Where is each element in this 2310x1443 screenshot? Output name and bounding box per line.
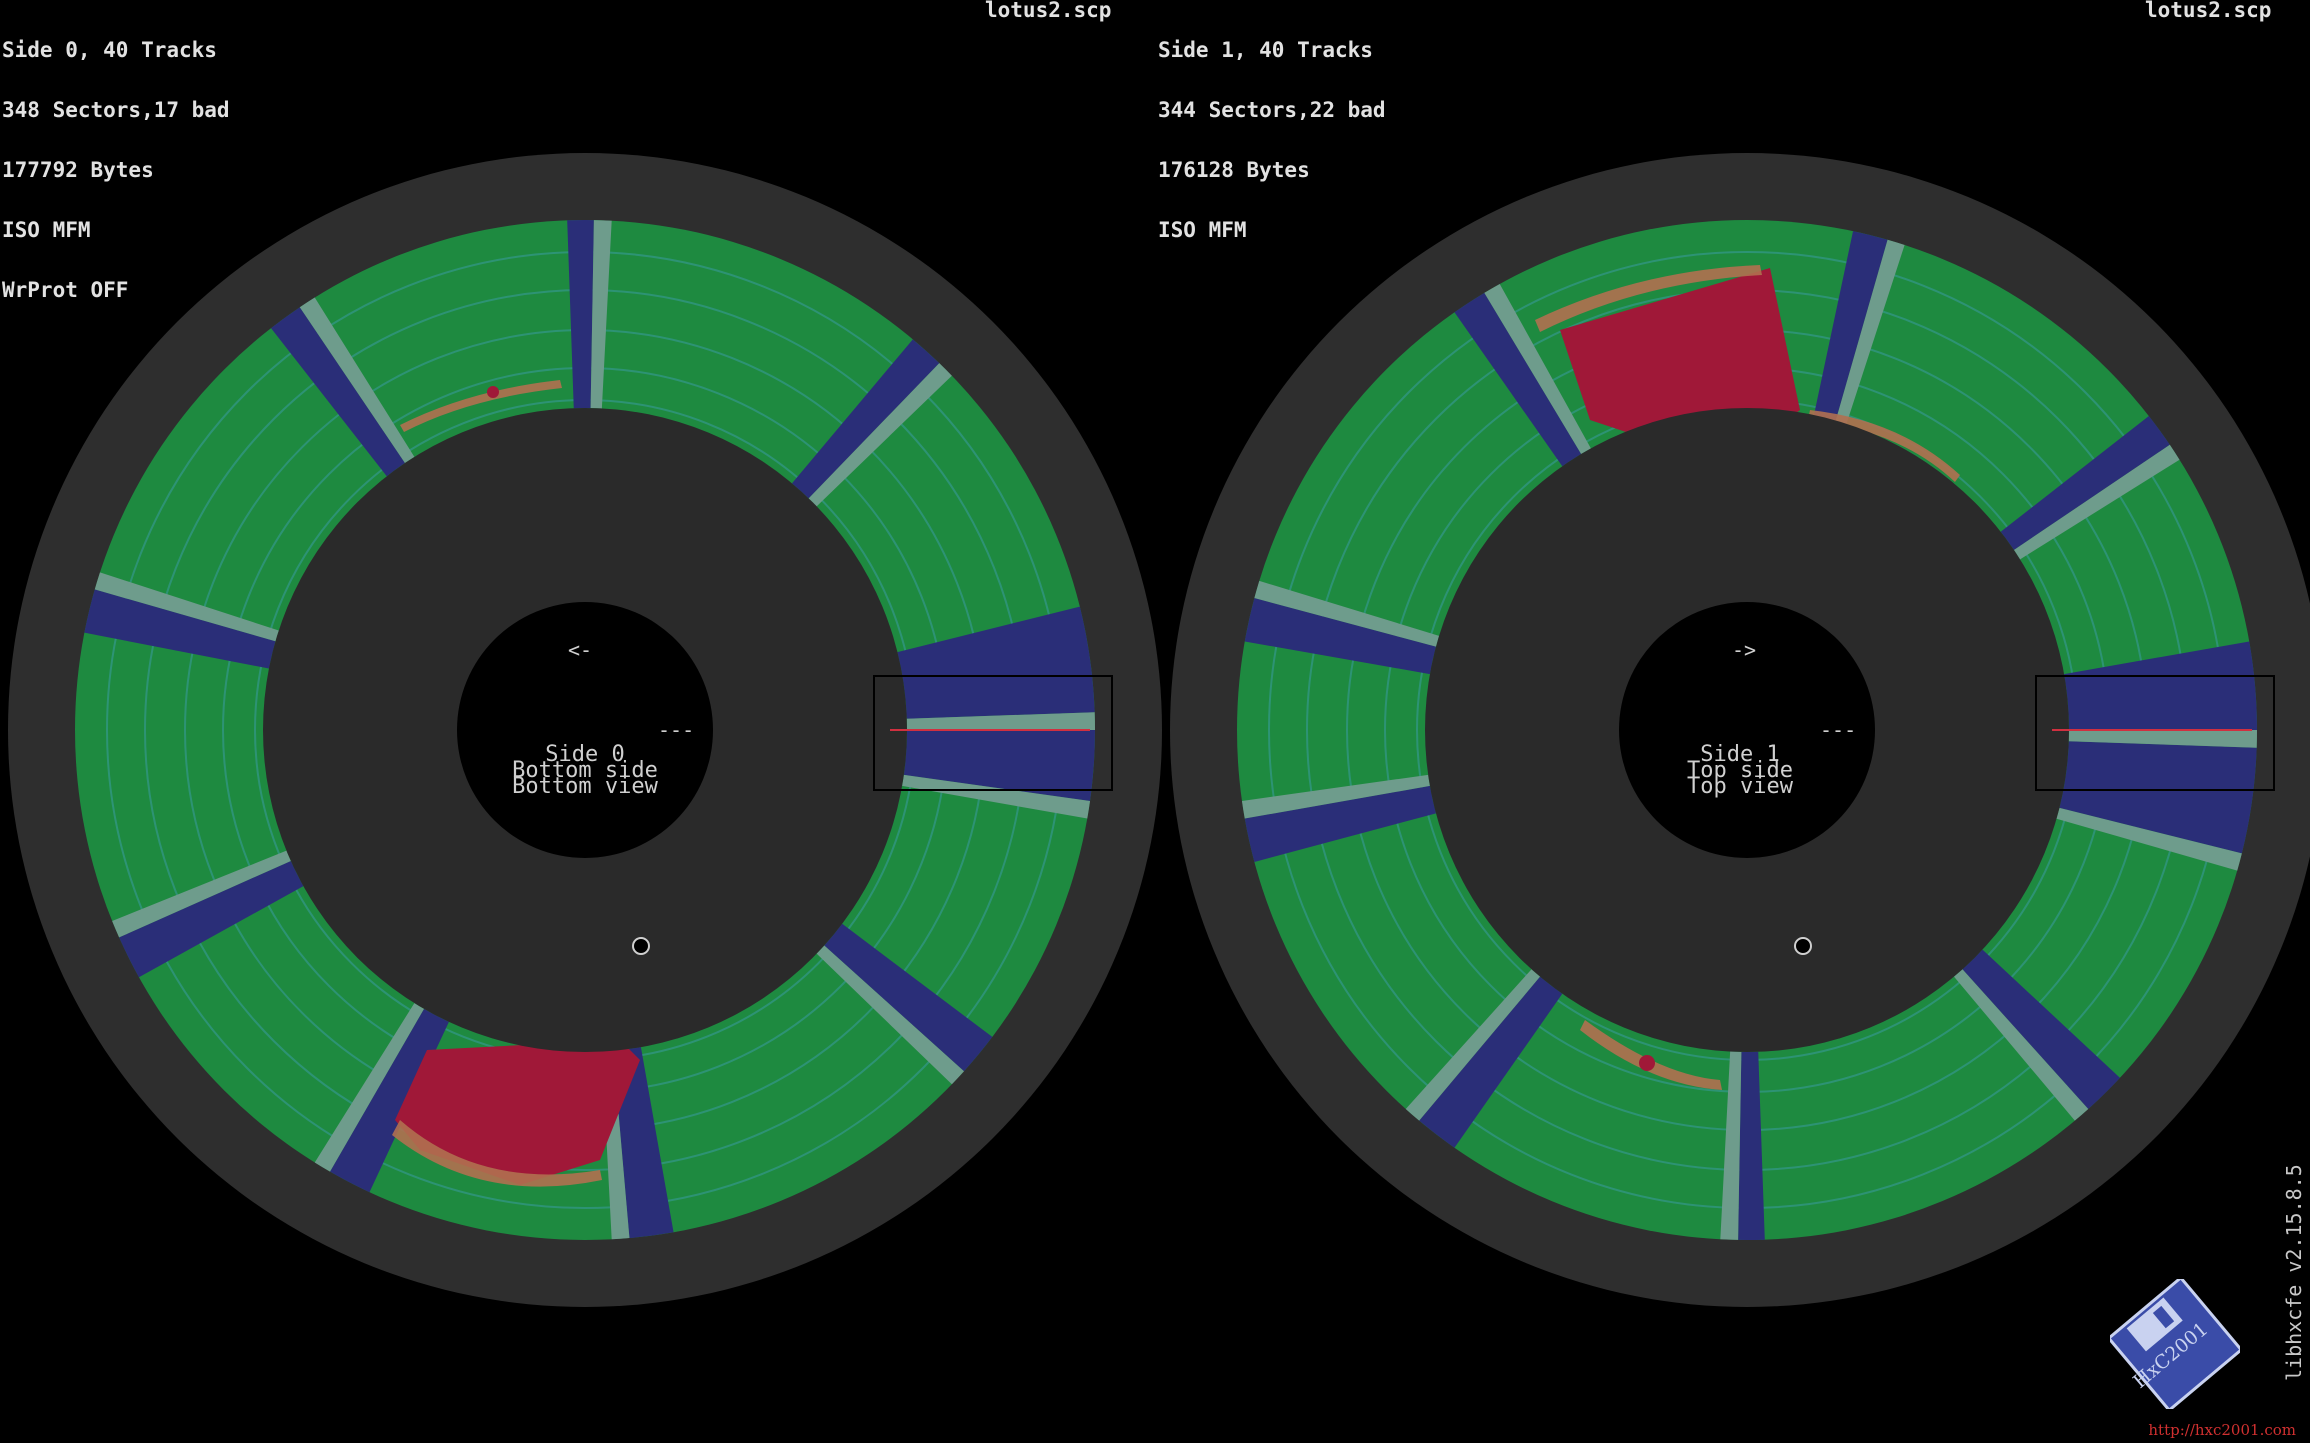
side-1-filename: lotus2.scp xyxy=(2145,0,2272,22)
index-hole xyxy=(632,937,650,955)
side-0-filename: lotus2.scp xyxy=(985,0,1112,22)
version-text: libhxcfe v2.15.8.5 xyxy=(2282,1164,2306,1381)
track-mark: --- xyxy=(658,718,694,742)
info-line-sectors: 344 Sectors,22 bad xyxy=(1158,98,1386,122)
info-line-tracks: Side 0, 40 Tracks xyxy=(2,38,217,62)
info-line-sectors: 348 Sectors,17 bad xyxy=(2,98,230,122)
view-label: Bottom view xyxy=(512,774,658,799)
info-line-encoding: ISO MFM xyxy=(1158,218,1247,242)
version-label: libhxcfe v2.15.8.5 xyxy=(2282,1075,2310,1405)
info-line-bytes: 176128 Bytes xyxy=(1158,158,1310,182)
index-hole xyxy=(1794,937,1812,955)
info-line-encoding: ISO MFM xyxy=(2,218,91,242)
direction-indicator: <- xyxy=(568,638,592,662)
side-1-info: Side 1, 40 Tracks 344 Sectors,22 bad 176… xyxy=(1158,0,1386,260)
view-label: Top view xyxy=(1687,774,1794,799)
track-mark: --- xyxy=(1820,718,1856,742)
info-line-bytes: 177792 Bytes xyxy=(2,158,154,182)
info-line-write-protect: WrProt OFF xyxy=(2,278,129,302)
direction-indicator: -> xyxy=(1732,638,1756,662)
website-link[interactable]: http://hxc2001.com xyxy=(2148,1421,2296,1439)
info-line-tracks: Side 1, 40 Tracks xyxy=(1158,38,1373,62)
hxc2001-logo: HxC2001 xyxy=(2110,1279,2240,1409)
disk-side-1: -> --- Side 1 Top side Top view xyxy=(1170,153,2310,1307)
disk-side-0: <- --- Side 0 Bottom side Bottom view xyxy=(8,153,1162,1307)
disk-view: <- --- Side 0 Bottom side Bottom view ->… xyxy=(8,153,2310,1307)
side-0-info: Side 0, 40 Tracks 348 Sectors,17 bad 177… xyxy=(2,0,230,320)
